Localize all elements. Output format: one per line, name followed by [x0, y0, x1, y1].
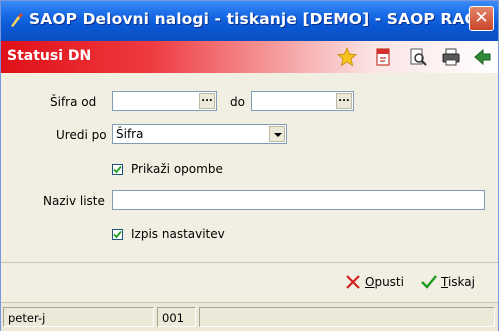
sifra-do-lookup-button[interactable]: ... — [336, 93, 352, 109]
dialog-title: Statusi DN — [7, 48, 92, 64]
sifra-do-field[interactable]: ... — [251, 91, 354, 111]
izpis-nastavitev-label[interactable]: Izpis nastavitev — [131, 227, 225, 241]
close-icon: ✕ — [474, 8, 489, 28]
naziv-liste-field[interactable] — [112, 190, 485, 210]
star-icon[interactable] — [337, 47, 357, 67]
print-button-label: Tiskaj — [441, 275, 475, 289]
form-area: Šifra od ... do ... Uredi po Šifra Prika… — [1, 73, 498, 261]
sifra-od-label: Šifra od — [50, 95, 97, 109]
chevron-down-icon[interactable] — [269, 126, 285, 142]
app-icon — [11, 13, 23, 27]
sifra-od-field[interactable]: ... — [112, 91, 217, 111]
sifra-od-lookup-button[interactable]: ... — [199, 93, 215, 109]
print-preview-icon[interactable] — [408, 47, 428, 67]
prikazi-opombe-label[interactable]: Prikaži opombe — [131, 162, 223, 176]
checkmark-icon — [113, 230, 122, 239]
status-bar: peter-j 001 — [1, 302, 498, 331]
prikazi-opombe-checkbox[interactable] — [112, 164, 123, 175]
checkmark-icon — [421, 275, 437, 289]
window-title: SAOP Delovni nalogi - tiskanje [DEMO] - … — [29, 10, 494, 28]
close-icon — [346, 275, 360, 289]
printer-icon[interactable] — [441, 47, 461, 67]
cancel-button-label: Opusti — [365, 275, 404, 289]
naziv-liste-label: Naziv liste — [43, 194, 105, 208]
uredi-po-select[interactable]: Šifra — [112, 124, 287, 144]
uredi-po-label: Uredi po — [56, 128, 107, 142]
sifra-do-label: do — [230, 95, 245, 109]
pdf-icon[interactable] — [373, 47, 393, 67]
izpis-nastavitev-checkbox[interactable] — [112, 229, 123, 240]
uredi-po-value: Šifra — [116, 127, 144, 141]
status-extra — [199, 307, 495, 327]
exit-icon[interactable] — [473, 47, 493, 67]
print-dialog-window: SAOP Delovni nalogi - tiskanje [DEMO] - … — [0, 0, 499, 331]
status-user: peter-j — [3, 307, 154, 327]
close-button[interactable]: ✕ — [469, 6, 494, 31]
action-bar: Opusti Tiskaj — [1, 263, 498, 301]
title-bar[interactable]: SAOP Delovni nalogi - tiskanje [DEMO] - … — [1, 1, 498, 41]
status-code: 001 — [157, 307, 196, 327]
checkmark-icon — [113, 165, 122, 174]
dialog-header: Statusi DN — [1, 41, 498, 73]
